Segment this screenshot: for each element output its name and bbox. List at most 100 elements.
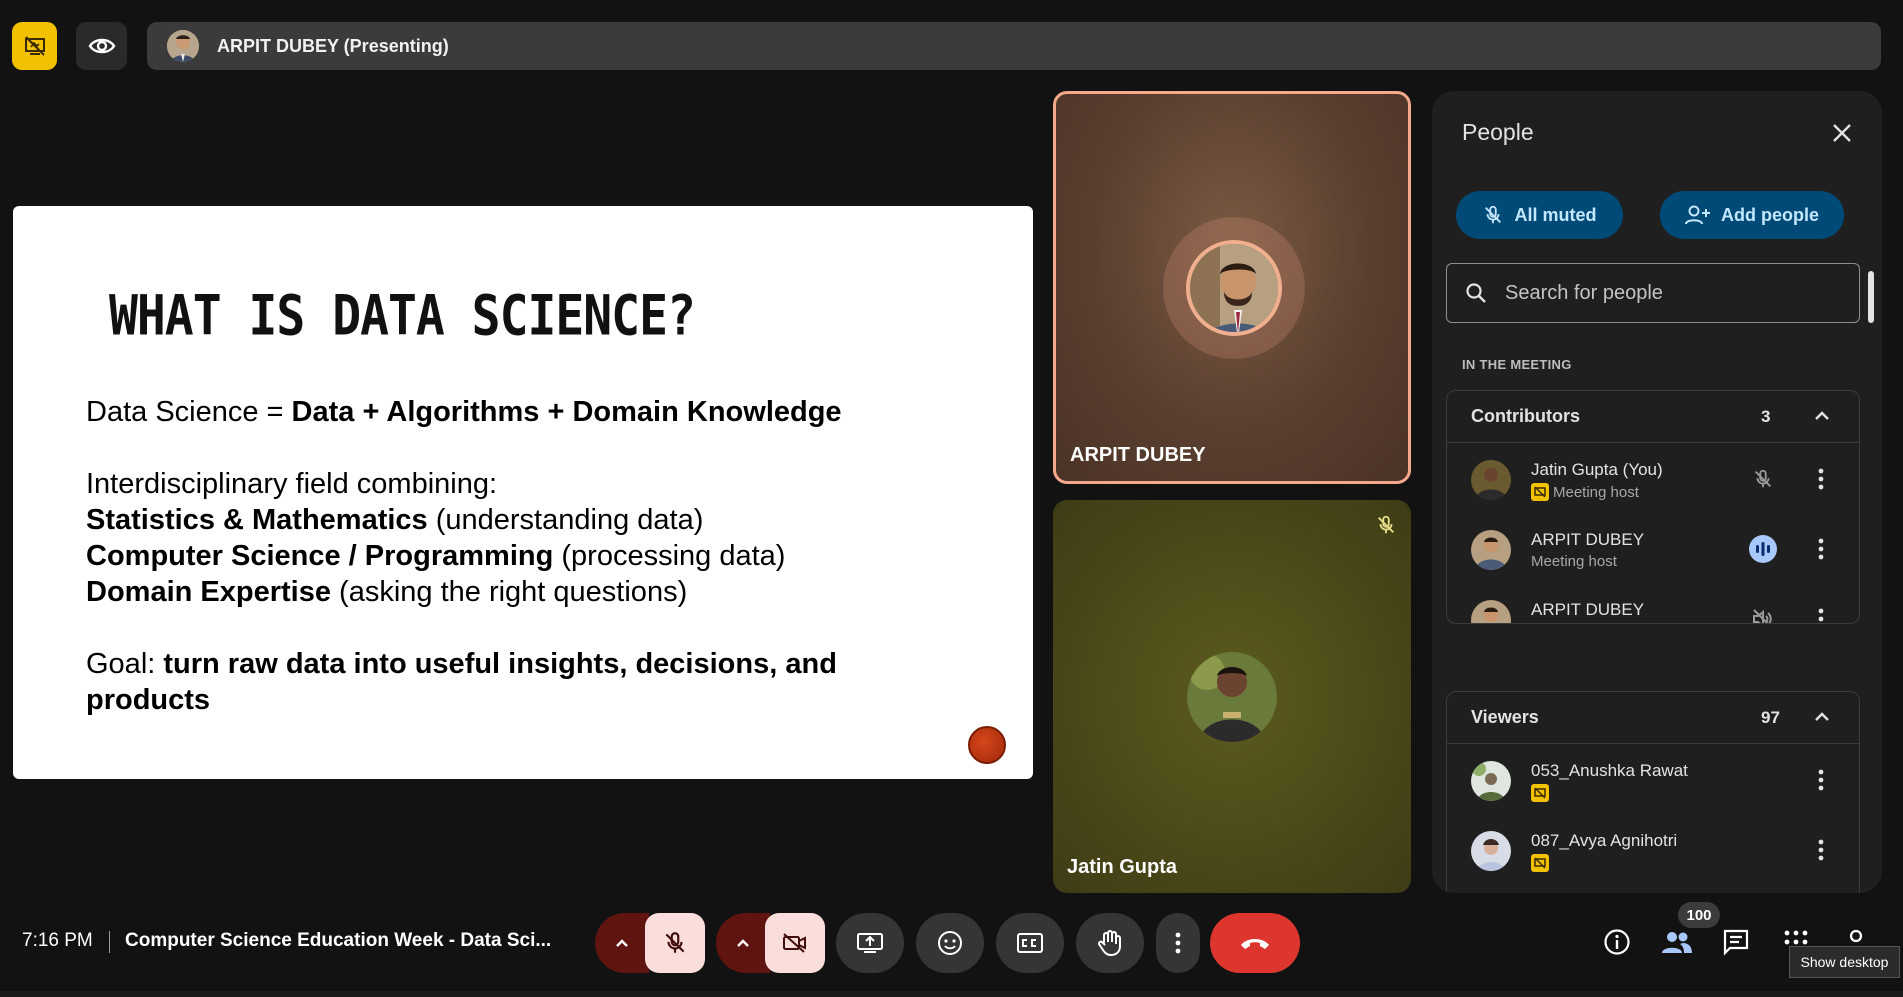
presentation-badge-icon bbox=[1531, 784, 1549, 802]
captions-icon bbox=[1017, 933, 1043, 953]
video-options-button[interactable] bbox=[716, 913, 770, 973]
muted-icon bbox=[1747, 463, 1779, 495]
search-input[interactable] bbox=[1505, 281, 1825, 305]
chevron-up-icon bbox=[737, 939, 749, 947]
person-role: Presentation bbox=[1531, 623, 1615, 624]
more-options-button[interactable] bbox=[1809, 766, 1833, 794]
reactions-button[interactable] bbox=[916, 913, 984, 973]
present-button[interactable] bbox=[836, 913, 904, 973]
add-people-label: Add people bbox=[1721, 204, 1819, 225]
all-muted-button[interactable]: All muted bbox=[1456, 191, 1623, 239]
info-icon bbox=[1604, 929, 1630, 955]
meeting-info-button[interactable] bbox=[1597, 922, 1637, 962]
tile-name: Jatin Gupta bbox=[1067, 856, 1178, 878]
search-icon bbox=[1466, 283, 1486, 303]
list-item[interactable]: 087_Avya Agnihotri bbox=[1447, 814, 1859, 884]
slide-title: WHAT IS DATA SCIENCE? bbox=[109, 284, 696, 349]
clock: 7:16 PM bbox=[22, 930, 93, 951]
chat-icon bbox=[1723, 929, 1749, 956]
speaking-icon bbox=[1747, 533, 1779, 565]
close-button[interactable] bbox=[1824, 115, 1860, 151]
mic-off-icon bbox=[665, 932, 685, 953]
mic-off-icon bbox=[1375, 514, 1397, 536]
mic-off-icon bbox=[1485, 205, 1502, 224]
presentation-toggle-button[interactable] bbox=[12, 22, 57, 70]
list-item[interactable]: 053_Anushka Rawat bbox=[1447, 744, 1859, 814]
group-label: Contributors bbox=[1471, 406, 1580, 426]
more-options-button[interactable] bbox=[1809, 465, 1833, 493]
view-toggle-button[interactable] bbox=[76, 22, 127, 70]
more-options-button[interactable] bbox=[1809, 605, 1833, 623]
person-name: ARPIT DUBEY bbox=[1531, 530, 1645, 549]
avatar bbox=[1471, 600, 1511, 623]
presentation-slide: WHAT IS DATA SCIENCE? Data Science = Dat… bbox=[13, 206, 1033, 779]
slide-line: Domain Expertise (asking the right quest… bbox=[86, 576, 688, 608]
video-tile-arpit[interactable]: ARPIT DUBEY bbox=[1053, 91, 1411, 484]
leave-call-button[interactable] bbox=[1210, 913, 1300, 973]
captions-button[interactable] bbox=[996, 913, 1064, 973]
presentation-off-icon bbox=[24, 36, 45, 56]
participant-count-badge: 100 bbox=[1678, 902, 1720, 928]
divider bbox=[109, 931, 110, 953]
avatar bbox=[1471, 460, 1511, 500]
slide-line: Statistics & Mathematics (understanding … bbox=[86, 504, 704, 536]
chevron-up-icon bbox=[1815, 411, 1829, 420]
more-vert-icon bbox=[1175, 932, 1181, 954]
people-button[interactable] bbox=[1657, 922, 1697, 962]
camera-button[interactable] bbox=[765, 913, 825, 973]
sound-off-icon bbox=[1747, 603, 1779, 623]
microphone-button[interactable] bbox=[645, 913, 705, 973]
people-icon bbox=[1662, 932, 1692, 953]
chat-button[interactable] bbox=[1716, 922, 1756, 962]
more-vert-icon bbox=[1818, 839, 1824, 861]
add-people-button[interactable]: Add people bbox=[1660, 191, 1844, 239]
camera-off-icon bbox=[783, 933, 806, 953]
person-role: Meeting host bbox=[1553, 483, 1639, 501]
person-role-row bbox=[1531, 854, 1549, 872]
close-icon bbox=[1833, 124, 1851, 142]
presenter-avatar bbox=[167, 30, 199, 62]
audio-options-button[interactable] bbox=[595, 913, 649, 973]
avatar bbox=[1471, 530, 1511, 570]
person-role-row: Meeting host bbox=[1531, 483, 1639, 501]
person-name: 087_Avya Agnihotri bbox=[1531, 831, 1678, 850]
presentation-badge-icon bbox=[1531, 854, 1549, 872]
more-options-button[interactable] bbox=[1809, 836, 1833, 864]
scrollbar[interactable] bbox=[1868, 271, 1874, 323]
people-panel: People All muted Add people IN THE MEETI… bbox=[1432, 91, 1882, 893]
present-screen-icon bbox=[857, 933, 883, 953]
more-options-button[interactable] bbox=[1809, 535, 1833, 563]
avatar bbox=[1186, 240, 1282, 336]
raise-hand-button[interactable] bbox=[1076, 913, 1144, 973]
host-badge-icon bbox=[1531, 483, 1549, 501]
more-vert-icon bbox=[1818, 608, 1824, 622]
more-options-button[interactable] bbox=[1156, 913, 1200, 973]
slide-line: Computer Science / Programming (processi… bbox=[86, 540, 786, 572]
hand-icon bbox=[1098, 930, 1121, 957]
more-vert-icon bbox=[1818, 769, 1824, 791]
end-call-icon bbox=[1241, 939, 1269, 949]
more-vert-icon bbox=[1818, 468, 1824, 490]
all-muted-label: All muted bbox=[1514, 204, 1597, 225]
person-name: 053_Anushka Rawat bbox=[1531, 761, 1688, 780]
list-item[interactable]: ARPIT DUBEY Meeting host bbox=[1447, 513, 1859, 583]
list-item[interactable]: ARPIT DUBEY Presentation bbox=[1447, 583, 1859, 624]
presenter-label: ARPIT DUBEY (Presenting) bbox=[217, 35, 449, 56]
avatar bbox=[1471, 831, 1511, 871]
avatar bbox=[1471, 761, 1511, 801]
search-field[interactable] bbox=[1446, 263, 1860, 323]
person-role: Meeting host bbox=[1531, 553, 1617, 570]
more-vert-icon bbox=[1818, 538, 1824, 560]
viewers-header[interactable]: Viewers 97 bbox=[1447, 692, 1859, 744]
meeting-title: Computer Science Education Week - Data S… bbox=[125, 930, 552, 951]
avatar bbox=[1187, 652, 1277, 742]
video-tile-jatin[interactable]: Jatin Gupta bbox=[1053, 500, 1411, 893]
group-count: 97 bbox=[1761, 707, 1780, 727]
emoji-icon bbox=[938, 931, 962, 955]
slide-logo bbox=[968, 726, 1006, 764]
eye-icon bbox=[88, 38, 115, 54]
list-item[interactable]: Jatin Gupta (You) Meeting host bbox=[1447, 443, 1859, 513]
presenter-bar: ARPIT DUBEY (Presenting) bbox=[147, 22, 1881, 70]
viewers-group: Viewers 97 053_Anushka Rawat 087_Avya Ag… bbox=[1446, 691, 1860, 893]
contributors-header[interactable]: Contributors 3 bbox=[1447, 391, 1859, 443]
